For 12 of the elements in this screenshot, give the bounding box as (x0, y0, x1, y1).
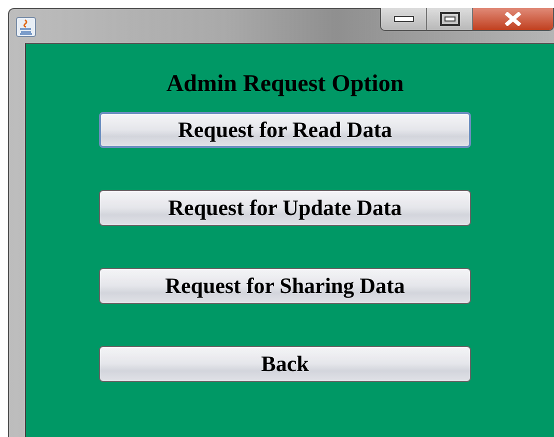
close-button[interactable] (473, 8, 553, 30)
request-button[interactable]: Request for Update Data (99, 190, 471, 226)
heading: Admin Request Option (166, 71, 404, 98)
request-button[interactable]: Back (99, 346, 471, 382)
maximize-button[interactable] (427, 8, 473, 30)
maximize-icon (440, 12, 460, 26)
minimize-button[interactable] (381, 8, 427, 30)
close-icon (504, 12, 522, 26)
coffee-cup-icon (16, 17, 36, 37)
minimize-icon (394, 16, 414, 22)
request-button[interactable]: Request for Sharing Data (99, 268, 471, 304)
request-button[interactable]: Request for Read Data (99, 112, 471, 148)
